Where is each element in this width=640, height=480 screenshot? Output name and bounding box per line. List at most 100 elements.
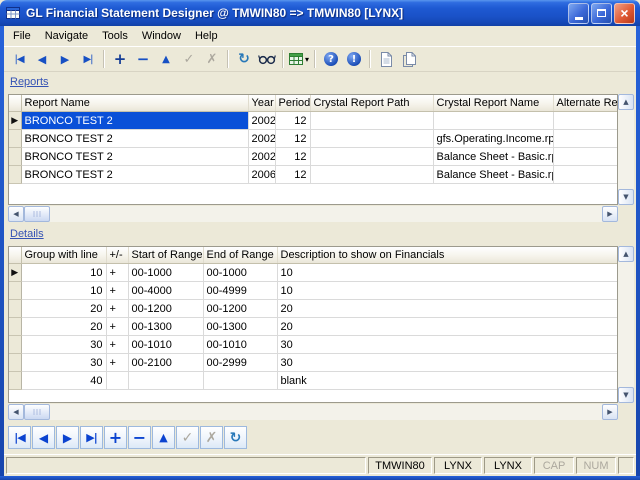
grid-cell[interactable] [310,148,433,166]
grid-cell[interactable]: BRONCO TEST 2 [21,112,248,130]
column-header-crystal-report-path[interactable]: Crystal Report Path [310,95,433,112]
column-header-alternate-report[interactable]: Alternate Rep [553,95,617,112]
row-indicator[interactable] [9,372,21,390]
prior-record-button[interactable]: ◀ [31,49,53,69]
grid-cell[interactable]: 00-1010 [128,336,203,354]
scroll-thumb[interactable] [24,206,50,222]
grid-cell[interactable]: 10 [277,282,617,300]
grid-cell[interactable]: 00-4999 [203,282,277,300]
grid-cell[interactable]: Balance Sheet - Basic.rpt [433,166,553,184]
grid-cell[interactable]: 20 [277,318,617,336]
menu-item-help[interactable]: Help [188,27,225,45]
grid-cell[interactable]: 20 [21,318,106,336]
grid-cell[interactable]: + [106,354,128,372]
grid-cell[interactable]: 12 [275,130,310,148]
grid-cell[interactable] [203,372,277,390]
nav-edit-button[interactable]: ▲ [152,426,175,449]
column-header-group-with-line[interactable]: Group with line [21,247,106,264]
grid-cell[interactable]: 12 [275,166,310,184]
insert-record-button[interactable]: + [109,49,131,69]
view-report-button[interactable] [256,49,278,69]
grid-cell[interactable] [553,112,617,130]
grid-cell[interactable]: 00-2999 [203,354,277,372]
column-header-period[interactable]: Period [275,95,310,112]
scroll-down-button[interactable]: ▼ [618,189,634,205]
grid-cell[interactable]: BRONCO TEST 2 [21,148,248,166]
help-button[interactable]: ? [320,49,342,69]
grid-cell[interactable]: 00-4000 [128,282,203,300]
grid-cell[interactable]: 30 [277,336,617,354]
grid-cell[interactable] [553,148,617,166]
export-menu-button[interactable]: ▾ [288,49,310,69]
minimize-button[interactable] [568,3,589,24]
refresh-button[interactable]: ↻ [233,49,255,69]
scroll-thumb[interactable] [24,404,50,420]
maximize-button[interactable] [591,3,612,24]
new-document-button[interactable] [375,49,397,69]
row-indicator[interactable] [9,166,21,184]
scroll-left-button[interactable]: ◀ [8,404,24,420]
copy-document-button[interactable] [398,49,420,69]
grid-cell[interactable] [310,130,433,148]
grid-cell[interactable]: 00-1200 [203,300,277,318]
grid-cell[interactable]: 00-1010 [203,336,277,354]
scroll-down-button[interactable]: ▼ [618,387,634,403]
nav-delete-button[interactable]: − [128,426,151,449]
details-section-label[interactable]: Details [10,228,44,240]
grid-cell[interactable]: 10 [21,264,106,282]
row-indicator[interactable] [9,318,21,336]
grid-cell[interactable] [310,112,433,130]
column-header-end-of-range[interactable]: End of Range [203,247,277,264]
edit-record-button[interactable]: ▲ [155,49,177,69]
column-header-crystal-report-name[interactable]: Crystal Report Name [433,95,553,112]
scroll-up-button[interactable]: ▲ [618,246,634,262]
row-indicator[interactable] [9,148,21,166]
grid-cell[interactable]: + [106,318,128,336]
current-row-indicator[interactable]: ▶ [9,112,21,130]
column-header-start-of-range[interactable]: Start of Range [128,247,203,264]
grid-cell[interactable]: 30 [21,354,106,372]
scroll-track[interactable] [618,262,634,387]
row-indicator[interactable] [9,354,21,372]
menu-item-tools[interactable]: Tools [95,27,135,45]
delete-record-button[interactable]: − [132,49,154,69]
grid-cell[interactable] [553,166,617,184]
menu-item-navigate[interactable]: Navigate [38,27,95,45]
close-button[interactable]: × [614,3,635,24]
grid-cell[interactable]: BRONCO TEST 2 [21,130,248,148]
grid-cell[interactable]: 2002 [248,148,275,166]
grid-cell[interactable]: + [106,264,128,282]
grid-cell[interactable]: 00-1300 [203,318,277,336]
grid-cell[interactable]: 00-1000 [128,264,203,282]
column-header-report-name[interactable]: Report Name [21,95,248,112]
grid-cell[interactable]: + [106,300,128,318]
nav-next-button[interactable]: ▶ [56,426,79,449]
scroll-track[interactable] [50,404,602,420]
scroll-right-button[interactable]: ▶ [602,404,618,420]
grid-cell[interactable]: 30 [277,354,617,372]
grid-cell[interactable]: 20 [21,300,106,318]
scroll-track[interactable] [618,110,634,189]
column-header-plus-minus[interactable]: +/- [106,247,128,264]
row-indicator[interactable] [9,130,21,148]
grid-cell[interactable]: 2006 [248,166,275,184]
grid-cell[interactable] [433,112,553,130]
reports-section-label[interactable]: Reports [10,76,49,88]
resize-grip[interactable] [618,457,634,474]
nav-first-button[interactable]: |◀ [8,426,31,449]
grid-cell[interactable]: 00-1300 [128,318,203,336]
nav-last-button[interactable]: ▶| [80,426,103,449]
row-indicator[interactable] [9,300,21,318]
scroll-left-button[interactable]: ◀ [8,206,24,222]
grid-cell[interactable]: blank [277,372,617,390]
scroll-up-button[interactable]: ▲ [618,94,634,110]
grid-cell[interactable]: 10 [277,264,617,282]
row-indicator[interactable] [9,336,21,354]
menu-item-file[interactable]: File [6,27,38,45]
grid-cell[interactable]: 12 [275,112,310,130]
grid-cell[interactable]: 30 [21,336,106,354]
grid-cell[interactable]: 00-1000 [203,264,277,282]
grid-cell[interactable]: Balance Sheet - Basic.rpt [433,148,553,166]
grid-cell[interactable] [553,130,617,148]
grid-cell[interactable]: gfs.Operating.Income.rpt [433,130,553,148]
